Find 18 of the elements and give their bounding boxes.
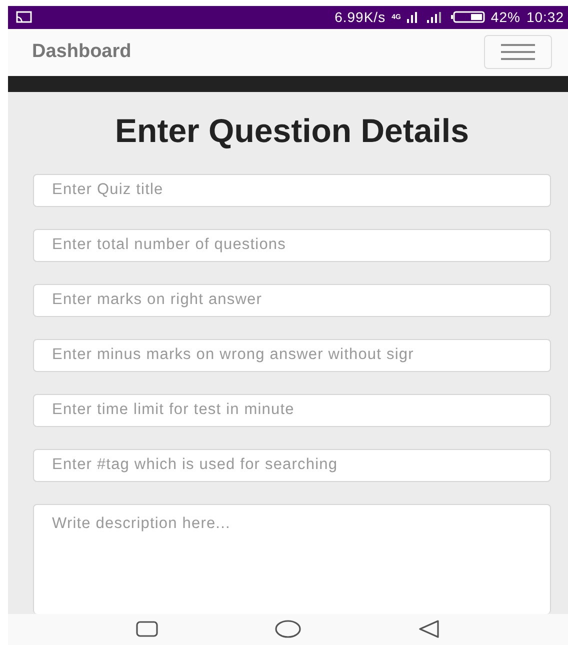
input-field[interactable]: Enter marks on right answer [33, 284, 551, 317]
menu-button[interactable] [484, 35, 552, 70]
recents-icon[interactable] [136, 621, 158, 638]
brand-title[interactable]: Dashboard [32, 41, 132, 64]
home-icon[interactable] [274, 620, 301, 638]
input-field[interactable]: Enter total number of questions [33, 228, 551, 262]
input-field[interactable]: Enter Quiz title [33, 174, 551, 207]
input-field[interactable]: Enter minus marks on wrong answer without sigr [33, 338, 551, 372]
network-speed: 6.99K/s [334, 9, 386, 26]
clock: 10:32 [526, 9, 564, 26]
screencast-icon [16, 11, 32, 24]
input-field[interactable]: Enter #tag which is used for searching [33, 448, 551, 482]
battery-icon [450, 11, 485, 24]
battery-level: 42% [490, 9, 520, 26]
back-icon[interactable] [418, 620, 440, 638]
input-field[interactable]: Enter time limit for test in minute [33, 394, 551, 427]
description-field[interactable]: Write description here... [33, 504, 551, 614]
form-heading: Enter Question Details [114, 112, 470, 150]
